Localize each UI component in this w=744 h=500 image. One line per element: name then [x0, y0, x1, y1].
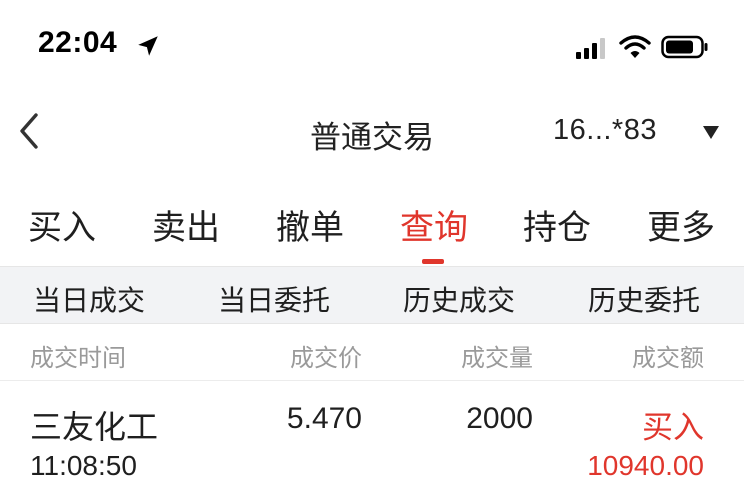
wifi-icon [619, 35, 651, 58]
trade-price: 5.470 [286, 402, 362, 435]
active-tab-indicator [422, 259, 444, 264]
header-trade-amount: 成交额 [632, 344, 704, 372]
battery-icon [661, 35, 708, 59]
tab-buy[interactable]: 买入 [28, 200, 96, 249]
stock-name: 三友化工 [30, 408, 159, 446]
tab-cancel-order[interactable]: 撤单 [276, 200, 344, 249]
location-arrow-icon [138, 36, 158, 56]
nav-bar: 普通交易 16...*83 [0, 96, 744, 172]
main-tabs: 买入 卖出 撤单 查询 持仓 更多 [0, 184, 744, 266]
account-selector[interactable]: 16...*83 [553, 114, 657, 147]
trade-amount: 10940.00 [587, 450, 704, 481]
header-trade-price: 成交价 [290, 344, 362, 372]
tab-sell[interactable]: 卖出 [152, 200, 220, 249]
sub-tabs: 当日成交 当日委托 历史成交 历史委托 [0, 266, 744, 324]
trade-direction: 买入 [642, 410, 704, 446]
subtab-history-trades[interactable]: 历史成交 [403, 279, 515, 319]
cellular-signal-icon [576, 38, 605, 59]
tab-positions[interactable]: 持仓 [523, 200, 591, 249]
triangle-down-icon[interactable] [701, 124, 721, 140]
header-trade-time: 成交时间 [30, 344, 126, 372]
status-bar: 22:04 [0, 0, 744, 96]
subtab-today-trades[interactable]: 当日成交 [33, 279, 145, 319]
table-row[interactable]: 三友化工 11:08:50 5.470 2000 买入 10940.00 [0, 382, 744, 500]
subtab-today-orders[interactable]: 当日委托 [218, 279, 330, 319]
trade-quantity: 2000 [466, 402, 533, 435]
trade-time: 11:08:50 [30, 450, 137, 481]
tab-query[interactable]: 查询 [400, 200, 468, 249]
tab-more[interactable]: 更多 [647, 200, 715, 249]
header-trade-quantity: 成交量 [461, 344, 533, 372]
table-header: 成交时间 成交价 成交量 成交额 [0, 324, 744, 381]
subtab-history-orders[interactable]: 历史委托 [588, 279, 700, 319]
status-time: 22:04 [38, 26, 118, 59]
